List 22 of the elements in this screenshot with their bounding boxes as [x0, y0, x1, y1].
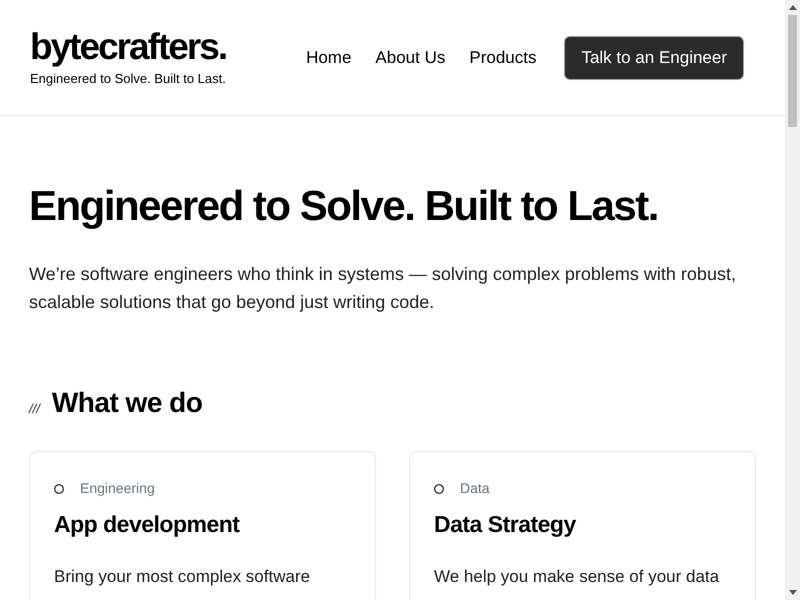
logo[interactable]: bytecrafters. — [30, 26, 226, 67]
section-title: What we do — [52, 386, 202, 420]
card-title: App development — [54, 510, 241, 539]
hero-paragraph: We’re software engineers who think in systems — solving complex problems with robust, scalable solutions that go beyond just writing code. — [29, 263, 737, 314]
scrollbar[interactable] — [785, 0, 800, 600]
card-category: Engineering — [80, 479, 155, 498]
circle-icon — [434, 484, 444, 494]
card-title: Data Strategy — [434, 510, 577, 539]
scroll-thumb[interactable] — [788, 15, 797, 127]
card-text: Bring your most complex software — [54, 566, 312, 588]
section-mark: /// — [29, 400, 40, 418]
talk-to-engineer-button[interactable]: Talk to an Engineer — [564, 36, 744, 80]
circle-icon — [54, 484, 64, 494]
card-text: We help you make sense of your data — [434, 566, 720, 588]
tagline: Engineered to Solve. Built to Last. — [30, 70, 226, 88]
card-category: Data — [460, 479, 490, 498]
scroll-up-icon[interactable] — [788, 5, 796, 10]
nav-link[interactable]: About Us — [375, 44, 446, 70]
nav-link[interactable]: Products — [469, 44, 536, 70]
nav-link[interactable]: Home — [306, 44, 352, 70]
hero-title: Engineered to Solve. Built to Last. — [29, 181, 659, 231]
scroll-down-icon[interactable] — [788, 590, 796, 595]
